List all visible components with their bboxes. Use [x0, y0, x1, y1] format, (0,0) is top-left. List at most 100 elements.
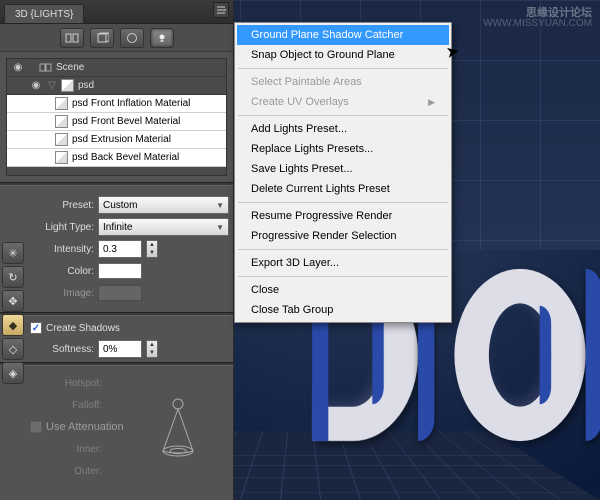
new-light-button[interactable]: ✳ [2, 242, 24, 264]
drag-light-button[interactable]: ✥ [2, 290, 24, 312]
menu-item[interactable]: Add Lights Preset... [237, 119, 449, 139]
color-swatch[interactable] [98, 263, 142, 279]
material-label: psd Extrusion Material [72, 134, 171, 145]
menu-separator [238, 202, 448, 203]
preset-select[interactable]: Custom ▼ [98, 196, 229, 214]
chevron-down-icon: ▼ [216, 223, 224, 232]
create-shadows-checkbox[interactable]: ✓ [30, 322, 42, 334]
menu-item[interactable]: Ground Plane Shadow Catcher [237, 25, 449, 45]
filter-whole-scene-button[interactable] [60, 28, 84, 48]
outer-label: Outer: [30, 466, 102, 477]
visibility-icon[interactable]: ◉ [29, 79, 43, 93]
twisty-open-icon[interactable]: ▽ [47, 80, 57, 91]
material-row[interactable]: psd Extrusion Material [7, 131, 226, 149]
watermark-url: WWW.MISSYUAN.COM [483, 18, 592, 29]
menu-item[interactable]: Save Lights Preset... [237, 159, 449, 179]
3d-panel: 3D {LIGHTS} ◉ Scene ◉ ▽ psd psd Front In… [0, 0, 234, 500]
light-type-select[interactable]: Infinite ▼ [98, 218, 229, 236]
menu-separator [238, 249, 448, 250]
create-shadows-label: Create Shadows [46, 323, 120, 334]
create-shadows-row: ✓ Create Shadows [0, 318, 233, 338]
softness-input[interactable]: 0% [98, 340, 142, 358]
light-tools: ✳ ↻ ✥ ◆ ◇ ◈ [2, 242, 24, 384]
spotlight-diagram-icon [153, 396, 203, 466]
image-label: Image: [30, 288, 94, 299]
panel-divider[interactable] [0, 362, 233, 366]
scene-tree[interactable]: ◉ Scene ◉ ▽ psd psd Front Inflation Mate… [6, 58, 227, 176]
visibility-icon[interactable]: ◉ [11, 61, 25, 75]
menu-item[interactable]: Snap Object to Ground Plane [237, 45, 449, 65]
light-type-label: Light Type: [30, 222, 94, 233]
preset-label: Preset: [30, 200, 94, 211]
panel-divider[interactable] [0, 312, 233, 316]
preset-row: Preset: Custom ▼ [30, 194, 229, 216]
color-label: Color: [30, 266, 94, 277]
3d-object-o [454, 269, 585, 441]
preset-value: Custom [103, 200, 137, 211]
material-icon [55, 151, 68, 164]
scene-icon [65, 32, 79, 44]
scene-icon [39, 62, 52, 73]
psd-group-label: psd [78, 80, 94, 91]
panel-flyout-button[interactable] [213, 2, 229, 18]
menu-item[interactable]: Export 3D Layer... [237, 253, 449, 273]
menu-item: Create UV Overlays▶ [237, 92, 449, 112]
menu-item[interactable]: Close [237, 280, 449, 300]
material-icon [125, 32, 139, 44]
material-label: psd Front Bevel Material [72, 116, 180, 127]
spin-down-icon: ▼ [147, 349, 157, 357]
menu-item[interactable]: Delete Current Lights Preset [237, 179, 449, 199]
use-attenuation-checkbox [30, 421, 42, 433]
point-at-origin-button[interactable]: ◇ [2, 338, 24, 360]
menu-item: Select Paintable Areas [237, 72, 449, 92]
material-icon [55, 133, 68, 146]
menu-separator [238, 68, 448, 69]
scene-root-label: Scene [56, 62, 84, 73]
psd-group-row[interactable]: ◉ ▽ psd [7, 77, 226, 95]
tab-3d-lights[interactable]: 3D {LIGHTS} [4, 4, 84, 23]
light-type-row: Light Type: Infinite ▼ [30, 216, 229, 238]
image-row: Image: [30, 282, 229, 304]
inner-label: Inner: [30, 444, 102, 455]
light-properties: Preset: Custom ▼ Light Type: Infinite ▼ In… [0, 188, 233, 310]
material-icon [55, 115, 68, 128]
intensity-row: Intensity: 0.3 ▲▼ [30, 238, 229, 260]
use-attenuation-label: Use Attenuation [46, 421, 124, 433]
rotate-light-button[interactable]: ↻ [2, 266, 24, 288]
light-type-value: Infinite [103, 222, 132, 233]
image-swatch [98, 285, 142, 301]
menu-separator [238, 115, 448, 116]
softness-label: Softness: [30, 344, 94, 355]
panel-tab-bar: 3D {LIGHTS} [0, 0, 233, 24]
material-label: psd Front Inflation Material [72, 98, 190, 109]
color-row: Color: [30, 260, 229, 282]
light-icon [155, 32, 169, 44]
scene-root-row[interactable]: ◉ Scene [7, 59, 226, 77]
material-row[interactable]: psd Front Inflation Material [7, 95, 226, 113]
slide-light-button[interactable]: ◆ [2, 314, 24, 336]
spin-down-icon: ▼ [147, 249, 157, 257]
panel-flyout-menu[interactable]: Ground Plane Shadow CatcherSnap Object t… [234, 22, 452, 323]
softness-spinner[interactable]: ▲▼ [146, 340, 158, 358]
menu-separator [238, 276, 448, 277]
filter-lights-button[interactable] [150, 28, 174, 48]
hotspot-label: Hotspot: [30, 378, 102, 389]
material-label: psd Back Bevel Material [72, 152, 179, 163]
menu-item[interactable]: Replace Lights Presets... [237, 139, 449, 159]
filter-meshes-button[interactable] [90, 28, 114, 48]
spin-up-icon: ▲ [147, 241, 157, 249]
panel-divider[interactable] [0, 182, 233, 186]
menu-item[interactable]: Resume Progressive Render [237, 206, 449, 226]
material-row[interactable]: psd Back Bevel Material [7, 149, 226, 167]
material-icon [55, 97, 68, 110]
intensity-spinner[interactable]: ▲▼ [146, 240, 158, 258]
intensity-input[interactable]: 0.3 [98, 240, 142, 258]
menu-item[interactable]: Progressive Render Selection [237, 226, 449, 246]
chevron-down-icon: ▼ [216, 201, 224, 210]
menu-item[interactable]: Close Tab Group [237, 300, 449, 320]
mesh-icon [61, 79, 74, 92]
flyout-menu-icon [216, 6, 226, 14]
filter-materials-button[interactable] [120, 28, 144, 48]
material-row[interactable]: psd Front Bevel Material [7, 113, 226, 131]
softness-row: Softness: 0% ▲▼ [0, 338, 233, 360]
